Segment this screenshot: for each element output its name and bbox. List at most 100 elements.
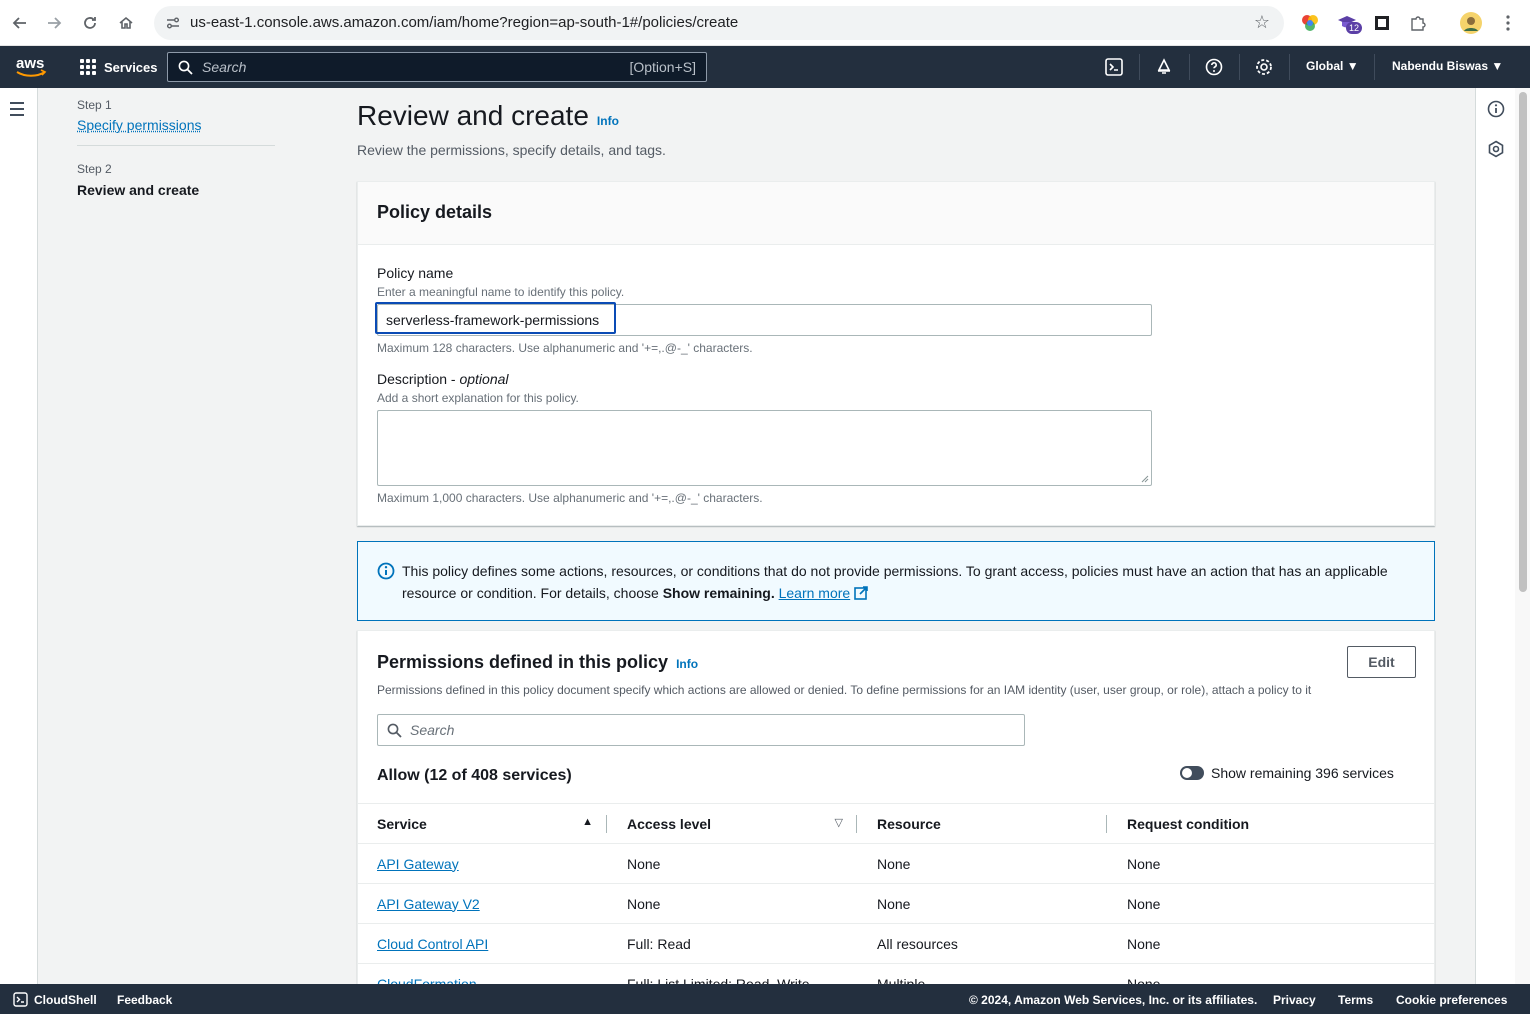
step-divider	[77, 145, 275, 146]
step-1-link[interactable]: Specify permissions	[77, 117, 277, 133]
site-info-icon[interactable]	[164, 14, 182, 32]
access-cell: None	[607, 843, 857, 884]
cloudshell-icon[interactable]	[13, 992, 28, 1007]
info-panel-icon[interactable]	[1487, 100, 1505, 118]
permissions-search-placeholder: Search	[410, 722, 455, 738]
color-extension-icon[interactable]	[1299, 12, 1321, 34]
square-extension-icon[interactable]	[1371, 12, 1393, 34]
permissions-search-input[interactable]: Search	[377, 714, 1025, 746]
step-1-label: Step 1	[77, 98, 112, 112]
access-cell: None	[607, 883, 857, 924]
condition-cell: None	[1107, 883, 1435, 924]
user-label: Nabendu Biswas	[1392, 59, 1489, 73]
sort-ascending-icon[interactable]: ▲	[582, 816, 593, 828]
browser-toolbar: us-east-1.console.aws.amazon.com/iam/hom…	[0, 0, 1530, 46]
url-text: us-east-1.console.aws.amazon.com/iam/hom…	[190, 14, 739, 31]
services-label: Services	[104, 59, 158, 75]
external-link-icon	[854, 586, 868, 600]
permissions-heading: Permissions defined in this policy	[377, 652, 669, 672]
cloudshell-icon[interactable]	[1103, 56, 1125, 78]
step-2-current: Review and create	[77, 182, 200, 198]
edit-button[interactable]: Edit	[1347, 646, 1416, 678]
help-icon[interactable]	[1203, 56, 1225, 78]
grid-icon	[80, 59, 96, 75]
col-access-level[interactable]: Access level ▽	[607, 803, 857, 844]
service-link[interactable]: Cloud Control API	[377, 936, 488, 952]
learn-more-link[interactable]: Learn more	[779, 585, 851, 601]
policy-name-constraint: Maximum 128 characters. Use alphanumeric…	[377, 341, 753, 355]
profile-avatar[interactable]	[1460, 12, 1482, 34]
right-rail	[1475, 88, 1515, 984]
info-alert: This policy defines some actions, resour…	[357, 541, 1435, 621]
page-subtitle: Review the permissions, specify details,…	[357, 142, 666, 158]
console-footer: CloudShell Feedback © 2024, Amazon Web S…	[0, 984, 1530, 1014]
bookmark-star-icon[interactable]: ☆	[1254, 12, 1270, 33]
optional-text: optional	[459, 371, 509, 387]
cookie-preferences-link[interactable]: Cookie preferences	[1396, 993, 1507, 1007]
service-link[interactable]: API Gateway V2	[377, 896, 480, 912]
region-menu[interactable]: Global ▼	[1306, 59, 1359, 73]
policy-details-heading: Policy details	[358, 182, 1434, 245]
notifications-bell-icon[interactable]	[1153, 56, 1175, 78]
privacy-link[interactable]: Privacy	[1273, 993, 1316, 1007]
address-bar[interactable]: us-east-1.console.aws.amazon.com/iam/hom…	[154, 6, 1284, 40]
policy-name-label: Policy name	[377, 265, 454, 281]
copyright-text: © 2024, Amazon Web Services, Inc. or its…	[969, 993, 1258, 1007]
reload-icon[interactable]	[78, 11, 102, 35]
browser-menu-icon[interactable]	[1497, 12, 1519, 34]
condition-cell: None	[1107, 843, 1435, 884]
aws-search-input[interactable]: Search [Option+S]	[167, 52, 707, 82]
scrollbar-thumb[interactable]	[1519, 92, 1527, 592]
page-info-link[interactable]: Info	[597, 114, 619, 128]
aws-top-nav: aws Services Search [Option+S] Global ▼ …	[0, 46, 1530, 88]
cloudshell-link[interactable]: CloudShell	[34, 993, 97, 1007]
home-icon[interactable]	[114, 11, 138, 35]
graduation-extension-icon[interactable]: 12	[1336, 12, 1363, 34]
description-help: Add a short explanation for this policy.	[377, 391, 579, 405]
page-title: Review and create	[357, 100, 589, 131]
col-resource-label: Resource	[877, 815, 941, 832]
search-shortcut: [Option+S]	[629, 59, 696, 75]
aws-logo[interactable]: aws	[14, 54, 48, 80]
feedback-link[interactable]: Feedback	[117, 993, 172, 1007]
table-row: API Gateway V2 None None None	[357, 883, 1435, 924]
hamburger-menu-icon[interactable]	[10, 102, 26, 116]
extensions-puzzle-icon[interactable]	[1407, 12, 1429, 34]
services-menu[interactable]: Services	[80, 56, 158, 78]
policy-name-description: Enter a meaningful name to identify this…	[377, 285, 625, 299]
service-link[interactable]: API Gateway	[377, 856, 459, 872]
sort-icon[interactable]: ▽	[835, 816, 843, 829]
col-resource[interactable]: Resource	[857, 803, 1107, 844]
col-request-condition[interactable]: Request condition	[1107, 803, 1435, 844]
table-header-row: Service ▲ Access level ▽ Resource Reques…	[357, 803, 1435, 844]
alert-text: This policy defines some actions, resour…	[402, 563, 1388, 601]
aws-search-placeholder: Search	[202, 59, 247, 75]
security-panel-icon[interactable]	[1487, 140, 1505, 158]
services-table: Service ▲ Access level ▽ Resource Reques…	[357, 803, 1435, 1004]
terms-link[interactable]: Terms	[1338, 993, 1373, 1007]
show-remaining-toggle[interactable]	[1180, 766, 1204, 780]
search-icon	[387, 723, 402, 738]
description-constraint: Maximum 1,000 characters. Use alphanumer…	[377, 491, 763, 505]
page-header: Review and create Info	[357, 100, 619, 132]
step-2-label: Step 2	[77, 162, 112, 176]
condition-cell: None	[1107, 923, 1435, 964]
back-icon[interactable]	[8, 11, 32, 35]
col-service[interactable]: Service ▲	[357, 803, 607, 844]
alert-bold: Show remaining.	[662, 585, 775, 601]
forward-icon[interactable]	[42, 11, 66, 35]
table-row: API Gateway None None None	[357, 843, 1435, 884]
description-textarea[interactable]	[377, 410, 1152, 486]
caret-down-icon: ▼	[1491, 59, 1504, 73]
permissions-info-link[interactable]: Info	[676, 657, 698, 671]
permissions-description: Permissions defined in this policy docum…	[377, 683, 1312, 697]
settings-gear-icon[interactable]	[1253, 56, 1275, 78]
policy-name-input[interactable]: serverless-framework-permissions	[375, 302, 1152, 336]
resource-cell: All resources	[857, 923, 1107, 964]
table-row: Cloud Control API Full: Read All resourc…	[357, 923, 1435, 964]
user-menu[interactable]: Nabendu Biswas ▼	[1392, 59, 1503, 73]
access-cell: Full: Read	[607, 923, 857, 964]
extension-badge: 12	[1346, 22, 1363, 34]
search-icon	[178, 60, 193, 75]
resize-handle-icon[interactable]	[1141, 475, 1149, 483]
